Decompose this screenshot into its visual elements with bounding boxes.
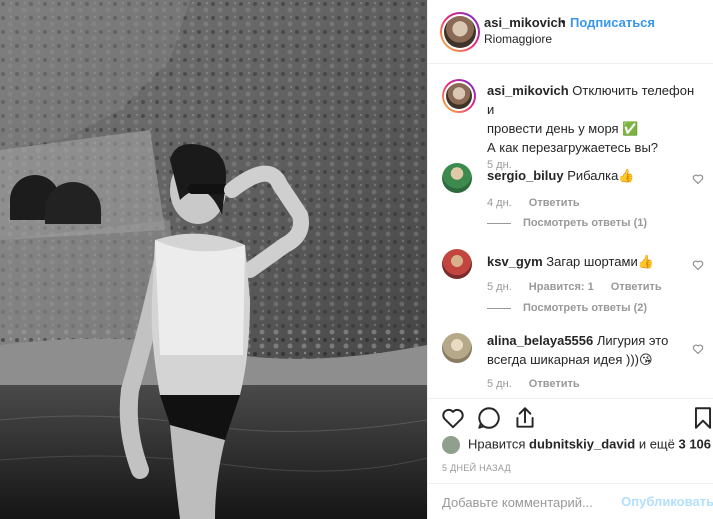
liker-username[interactable]: dubnitskiy_david [529,436,635,451]
separator-dot: • [561,14,566,29]
add-comment-bar: Опубликовать [428,483,713,519]
comment-age[interactable]: 5 дн. [487,378,512,390]
caption: asi_mikovich Отключить телефон и провест… [442,79,704,171]
share-icon[interactable] [512,405,538,431]
likes-suffix: и ещё [638,436,675,452]
commenter-avatar[interactable] [442,249,472,279]
comment-meta: 5 дн. Нравится: 1 Ответить [487,281,676,293]
comment-body: Загар шортами👍 [546,254,654,269]
likes-prefix: Нравится [468,436,526,452]
commenter-avatar[interactable] [442,333,472,363]
comment-item: sergio_biluy Рибалка👍 4 дн. Ответить Пос… [442,163,704,233]
caption-line3: А как перезагружаетесь вы? [487,140,659,155]
post-header: asi_mikovich • Подписаться Riomaggiore [428,0,713,64]
commenter-username[interactable]: sergio_biluy [487,168,564,183]
comments-list[interactable]: asi_mikovich Отключить телефон и провест… [428,65,713,397]
post-photo[interactable] [0,0,427,519]
comment-like-icon[interactable] [692,343,704,355]
comment-age[interactable]: 4 дн. [487,197,512,209]
reply-button[interactable]: Ответить [529,378,580,390]
post-date[interactable]: 5 ДНЕЙ НАЗАД [442,463,511,473]
comment-meta: 4 дн. Ответить [487,197,594,209]
liker-avatar[interactable] [442,436,460,454]
caption-avatar[interactable] [442,79,476,113]
reply-button[interactable]: Ответить [529,197,580,209]
caption-text: asi_mikovich Отключить телефон и провест… [487,81,702,157]
comment-likes-count[interactable]: Нравится: 1 [529,281,594,293]
action-bar [428,398,713,434]
comment-like-icon[interactable] [692,173,704,185]
bookmark-icon[interactable] [690,405,713,431]
comment-item: alina_belaya5556 Лигурия это всегда шика… [442,333,704,397]
comment-text: sergio_biluy Рибалка👍 [487,166,687,185]
reply-button[interactable]: Ответить [611,281,662,293]
commenter-username[interactable]: ksv_gym [487,254,543,269]
comment-body-line2: всегда шикарная идея )))😘 [487,352,653,367]
commenter-avatar[interactable] [442,163,472,193]
comment-meta: 5 дн. Ответить [487,378,594,390]
caption-username[interactable]: asi_mikovich [487,83,569,98]
author-avatar[interactable] [440,12,480,52]
likes-summary: Нравится dubnitskiy_david и ещё 3 106 [442,436,711,454]
author-username[interactable]: asi_mikovich [484,15,566,30]
comment-icon[interactable] [476,405,502,431]
commenter-username[interactable]: alina_belaya5556 [487,333,593,348]
heart-icon[interactable] [440,405,466,431]
comment-item: ksv_gym Загар шортами👍 5 дн. Нравится: 1… [442,249,704,319]
comment-body-line1: Лигурия это [596,333,669,348]
view-replies-label: Посмотреть ответы (1) [523,217,648,229]
view-replies-label: Посмотреть ответы (2) [523,302,648,314]
comment-text: ksv_gym Загар шортами👍 [487,252,687,271]
follow-button[interactable]: Подписаться [570,15,655,30]
caption-line2: провести день у моря ✅ [487,121,639,136]
comment-like-icon[interactable] [692,259,704,271]
photo-image [0,0,427,519]
comment-age[interactable]: 5 дн. [487,281,512,293]
comment-text: alina_belaya5556 Лигурия это всегда шика… [487,331,687,369]
comment-body: Рибалка👍 [567,168,635,183]
likes-count[interactable]: 3 106 [678,436,711,451]
post-panel: asi_mikovich • Подписаться Riomaggiore a… [427,0,713,519]
location-link[interactable]: Riomaggiore [484,32,552,46]
view-replies-button[interactable]: Посмотреть ответы (2) [487,302,647,314]
view-replies-button[interactable]: Посмотреть ответы (1) [487,217,647,229]
comment-input[interactable] [442,492,617,512]
replies-divider [487,222,511,224]
publish-button[interactable]: Опубликовать [621,494,713,509]
replies-divider [487,307,511,309]
